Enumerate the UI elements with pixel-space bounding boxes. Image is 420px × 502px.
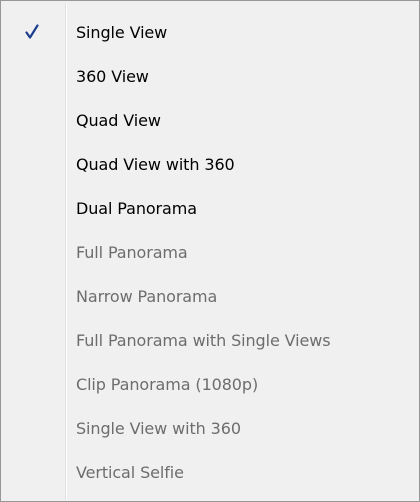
menu-item-label: Full Panorama with Single Views [76,330,331,350]
menu-item-label: Single View [76,22,168,42]
menu-item-quad-view[interactable]: Quad View [3,98,417,142]
menu-item-label: Dual Panorama [76,198,197,218]
menu-items: Single View 360 View Quad View Quad View… [3,10,417,494]
menu-item-quad-view-with-360[interactable]: Quad View with 360 [3,142,417,186]
view-mode-context-menu: Single View 360 View Quad View Quad View… [0,0,420,502]
checkmark-icon [3,10,61,54]
menu-item-single-view-with-360: Single View with 360 [3,406,417,450]
menu-item-label: Quad View [76,110,161,130]
menu-item-full-panorama-with-single-views: Full Panorama with Single Views [3,318,417,362]
menu-item-label: 360 View [76,66,149,86]
menu-item-360-view[interactable]: 360 View [3,54,417,98]
menu-item-label: Quad View with 360 [76,154,235,174]
menu-item-clip-panorama-1080p: Clip Panorama (1080p) [3,362,417,406]
menu-item-narrow-panorama: Narrow Panorama [3,274,417,318]
menu-item-label: Narrow Panorama [76,286,218,306]
menu-item-vertical-selfie: Vertical Selfie [3,450,417,494]
menu-item-label: Full Panorama [76,242,188,262]
menu-item-full-panorama: Full Panorama [3,230,417,274]
menu-item-single-view[interactable]: Single View [3,10,417,54]
menu-item-label: Clip Panorama (1080p) [76,374,259,394]
menu-item-label: Vertical Selfie [76,462,184,482]
menu-item-label: Single View with 360 [76,418,241,438]
menu-item-dual-panorama[interactable]: Dual Panorama [3,186,417,230]
